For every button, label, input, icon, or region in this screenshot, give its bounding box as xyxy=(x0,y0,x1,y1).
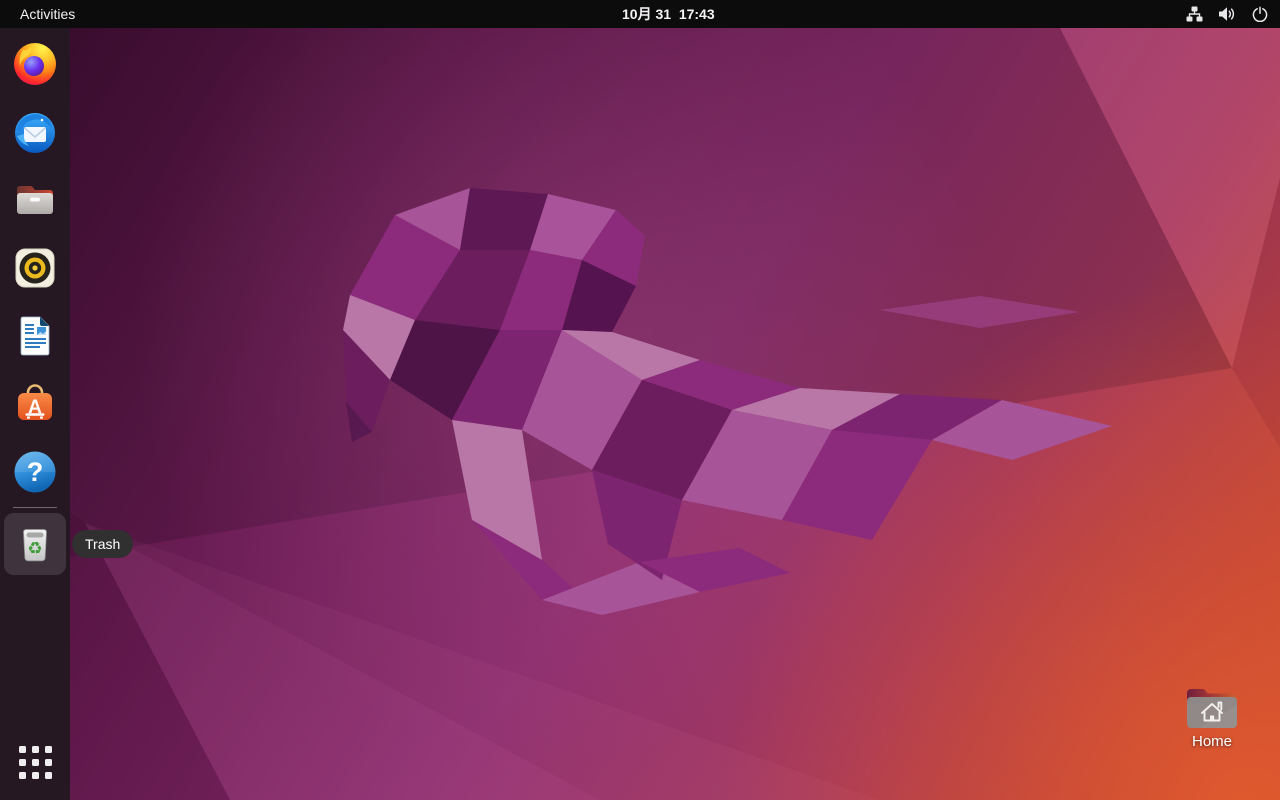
top-bar: Activities 10月 31 17:43 xyxy=(0,0,1280,28)
clock-button[interactable]: 10月 31 17:43 xyxy=(622,0,715,28)
app-grid-icon xyxy=(19,746,52,779)
dock-item-trash[interactable]: ♻ xyxy=(4,513,66,575)
dock-item-libreoffice-writer[interactable] xyxy=(4,305,66,367)
help-icon: ? xyxy=(11,448,59,496)
dock: A ? xyxy=(0,28,70,800)
dock-item-app-center[interactable]: A xyxy=(4,373,66,435)
trash-icon: ♻ xyxy=(11,520,59,568)
dock-item-rhythmbox[interactable] xyxy=(4,237,66,299)
home-folder-desktop-icon[interactable]: Home xyxy=(1178,684,1246,750)
rhythmbox-icon xyxy=(11,244,59,292)
activities-button[interactable]: Activities xyxy=(20,0,75,28)
ubuntu-desktop: Activities 10月 31 17:43 xyxy=(0,0,1280,800)
dock-item-firefox[interactable] xyxy=(4,33,66,95)
svg-text:?: ? xyxy=(27,457,44,487)
svg-text:♻: ♻ xyxy=(27,539,42,558)
network-wired-icon[interactable] xyxy=(1184,0,1204,28)
home-icon-label: Home xyxy=(1192,733,1232,750)
show-applications-button[interactable] xyxy=(4,731,66,793)
home-folder-icon xyxy=(1184,684,1240,730)
trash-tooltip: Trash xyxy=(72,530,133,558)
volume-icon[interactable] xyxy=(1217,0,1237,28)
dock-item-help[interactable]: ? xyxy=(4,441,66,503)
dock-separator xyxy=(13,507,57,508)
files-icon xyxy=(11,176,59,224)
dock-item-files[interactable] xyxy=(4,169,66,231)
system-tray xyxy=(1184,0,1270,28)
app-center-icon: A xyxy=(11,380,59,428)
wallpaper-jellyfish xyxy=(0,28,1280,800)
dock-item-thunderbird[interactable] xyxy=(4,101,66,163)
firefox-icon xyxy=(11,40,59,88)
libreoffice-writer-icon xyxy=(11,312,59,360)
thunderbird-icon xyxy=(11,108,59,156)
power-icon[interactable] xyxy=(1250,0,1270,28)
